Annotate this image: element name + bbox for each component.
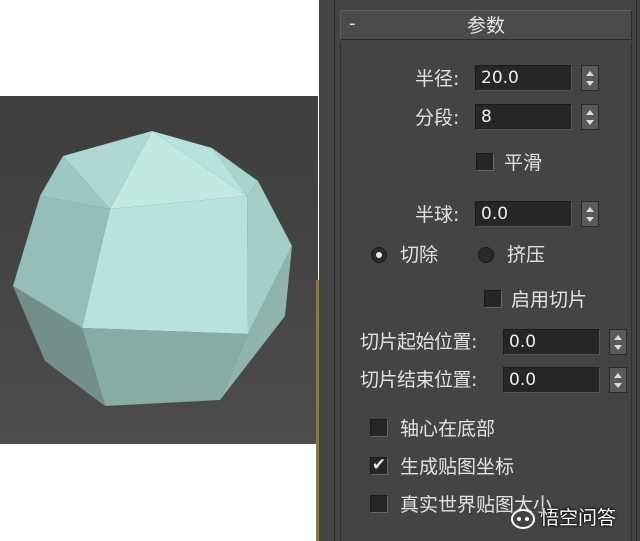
spinner-up-icon[interactable] <box>614 373 622 378</box>
spinner-down-icon[interactable] <box>586 217 594 222</box>
radio-selected-dot <box>376 252 382 258</box>
slice-from-spinner[interactable] <box>609 329 627 355</box>
spinner-down-icon[interactable] <box>586 120 594 125</box>
spinner-down-icon[interactable] <box>614 345 622 350</box>
gen-mapping-checkbox[interactable]: ✔ <box>370 455 388 475</box>
hemisphere-spinner[interactable] <box>581 201 599 227</box>
smooth-checkbox[interactable] <box>476 153 494 171</box>
real-world-checkbox[interactable] <box>370 495 388 513</box>
segments-label: 分段: <box>415 107 460 129</box>
slice-from-input[interactable]: 0.0 <box>503 329 600 355</box>
hemisphere-label: 半球: <box>415 204 460 226</box>
radius-label: 半径: <box>415 68 460 90</box>
rollout-header-parameters[interactable]: - 参数 <box>340 10 632 40</box>
wukong-logo-icon <box>511 509 535 529</box>
squash-radio[interactable] <box>478 247 494 263</box>
base-to-pivot-checkbox[interactable] <box>370 419 388 437</box>
chop-radio[interactable] <box>371 247 387 263</box>
segments-spinner[interactable] <box>581 104 599 130</box>
spinner-up-icon[interactable] <box>586 207 594 212</box>
slice-to-spinner[interactable] <box>609 367 627 393</box>
spinner-up-icon[interactable] <box>586 71 594 76</box>
spinner-down-icon[interactable] <box>614 383 622 388</box>
spinner-down-icon[interactable] <box>586 81 594 86</box>
slice-on-checkbox[interactable] <box>484 290 502 308</box>
rollout-title: 参数 <box>466 15 505 37</box>
spinner-up-icon[interactable] <box>586 110 594 115</box>
watermark-text: 悟空问答 <box>540 507 617 529</box>
squash-label: 挤压 <box>507 244 546 266</box>
slice-to-label: 切片结束位置: <box>360 369 477 391</box>
base-to-pivot-label: 轴心在底部 <box>400 418 496 440</box>
slice-from-label: 切片起始位置: <box>360 331 477 353</box>
slice-to-input[interactable]: 0.0 <box>503 367 600 393</box>
radius-input[interactable]: 20.0 <box>475 65 572 91</box>
watermark: 悟空问答 <box>510 505 640 533</box>
spinner-up-icon[interactable] <box>614 335 622 340</box>
gen-mapping-label: 生成贴图坐标 <box>400 456 515 478</box>
checkmark-icon: ✔ <box>371 455 387 475</box>
viewport[interactable] <box>0 96 318 444</box>
radius-spinner[interactable] <box>581 65 599 91</box>
smooth-label: 平滑 <box>504 152 543 174</box>
slice-on-label: 启用切片 <box>511 289 588 311</box>
hemisphere-input[interactable]: 0.0 <box>475 201 572 227</box>
segments-input[interactable]: 8 <box>475 104 572 130</box>
geosphere-object[interactable] <box>0 96 318 444</box>
chop-label: 切除 <box>400 244 439 266</box>
